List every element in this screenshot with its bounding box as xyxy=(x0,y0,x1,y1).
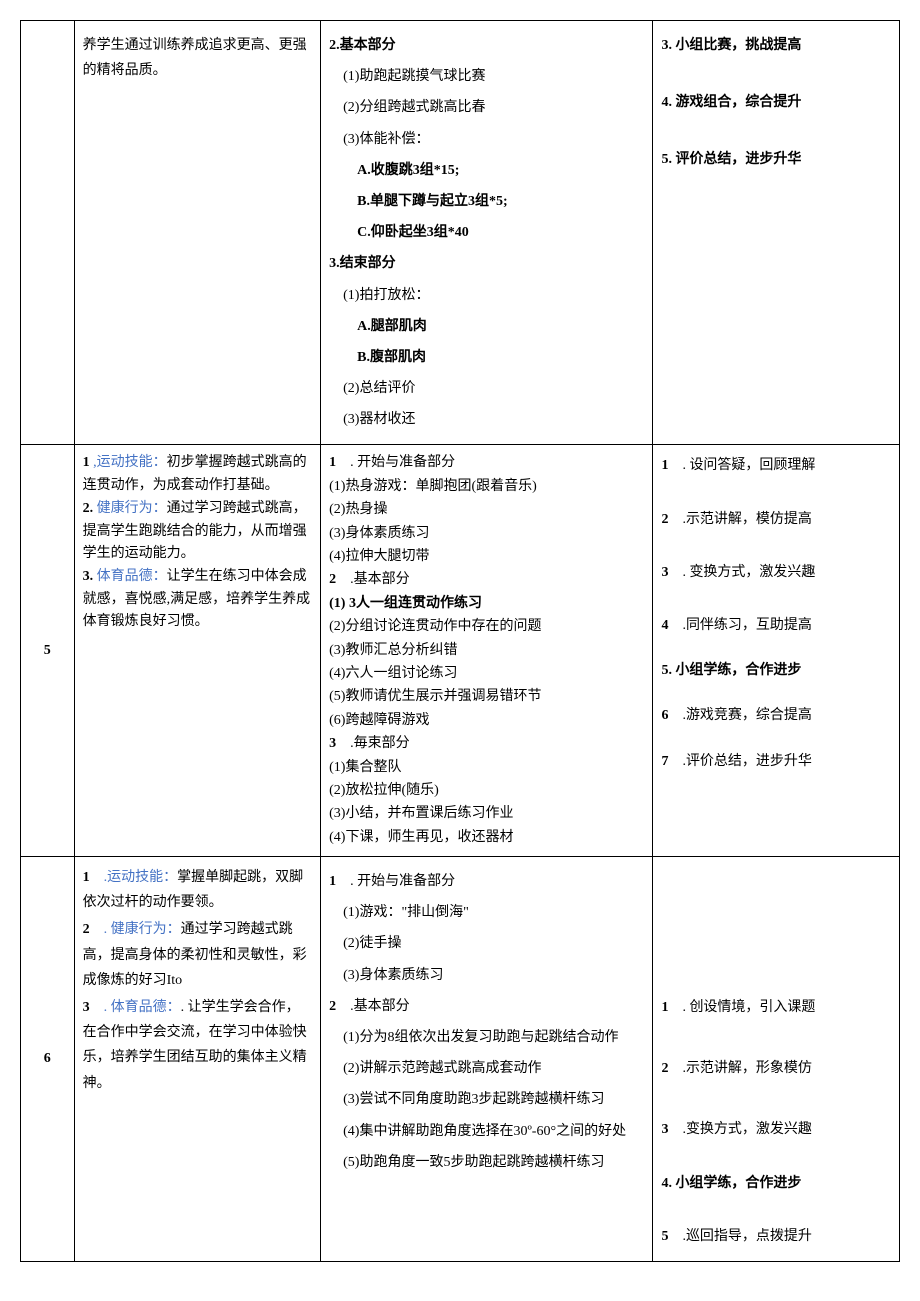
content-item: (2)分组讨论连贯动作中存在的问题 xyxy=(329,616,644,638)
content-item: (5)教师请优生展示并强调易错环节 xyxy=(329,686,644,708)
goal-item: 2 . 健康行为：通过学习跨越式跳高，提高身体的柔初性和灵敏性，彩成像炼的好习I… xyxy=(83,917,313,993)
row-number: 5 xyxy=(21,445,75,857)
content-subitem: A.收腹跳3组*15; xyxy=(329,158,644,183)
strategy-cell: 1 . 创设情境，引入课题 2 .示范讲解，形象模仿 3 .变换方式，激发兴趣 … xyxy=(653,857,900,1262)
content-item: (4)下课，师生再见，收还器材 xyxy=(329,827,644,849)
content-item: (4)拉伸大腿切带 xyxy=(329,546,644,568)
goal-label: ,运动技能： xyxy=(93,455,167,470)
strategy-item: 3. 小组比赛，挑战提高 xyxy=(661,33,891,58)
strategy-cell: 1 . 设问答疑，回顾理解 2 .示范讲解，模仿提高 3 . 变换方式，激发兴趣… xyxy=(653,445,900,857)
content-item: (1)分为8组依次出发复习助跑与起跳结合动作 xyxy=(329,1025,644,1050)
strategy-item: 1 . 创设情境，引入课题 xyxy=(661,995,891,1020)
strategy-item: 7 .评价总结，进步升华 xyxy=(661,749,891,774)
goal-number: 1 xyxy=(83,870,90,885)
content-item: (3)身体素质练习 xyxy=(329,963,644,988)
content-item: (4)集中讲解助跑角度选择在30º-60°之间的好处 xyxy=(329,1119,644,1144)
goals-cell: 1 .运动技能：掌握单脚起跳，双脚依次过杆的动作要领。 2 . 健康行为：通过学… xyxy=(74,857,321,1262)
content-item: (6)跨越障碍游戏 xyxy=(329,710,644,732)
content-item: (2)热身操 xyxy=(329,499,644,521)
section-heading: 2.基本部分 xyxy=(329,33,644,58)
content-cell: 1 . 开始与准备部分 (1)热身游戏：单脚抱团(跟着音乐) (2)热身操 (3… xyxy=(321,445,653,857)
row-number xyxy=(21,21,75,445)
lesson-plan-table: 养学生通过训练养成追求更高、更强的精将品质。 2.基本部分 (1)助跑起跳摸气球… xyxy=(20,20,900,1262)
content-item: (2)放松拉伸(随乐) xyxy=(329,780,644,802)
strategy-item: 4 .同伴练习，互助提高 xyxy=(661,613,891,638)
content-item: (3)教师汇总分析纠错 xyxy=(329,640,644,662)
content-subitem: B.腹部肌肉 xyxy=(329,345,644,370)
strategy-item: 5. 小组学练，合作进步 xyxy=(661,658,891,683)
content-item: (1) 3人一组连贯动作练习 xyxy=(329,593,644,615)
goal-number: 1 xyxy=(83,455,90,470)
content-item: (2)总结评价 xyxy=(329,376,644,401)
section-heading: 1 . 开始与准备部分 xyxy=(329,869,644,894)
strategy-cell: 3. 小组比赛，挑战提高 4. 游戏组合，综合提升 5. 评价总结，进步升华 xyxy=(653,21,900,445)
goal-label: . 健康行为： xyxy=(104,922,181,937)
table-row: 6 1 .运动技能：掌握单脚起跳，双脚依次过杆的动作要领。 2 . 健康行为：通… xyxy=(21,857,900,1262)
section-heading: 2 .基本部分 xyxy=(329,569,644,591)
content-item: (1)助跑起跳摸气球比赛 xyxy=(329,64,644,89)
goals-cell: 1 ,运动技能：初步掌握跨越式跳高的连贯动作，为成套动作打基础。 2. 健康行为… xyxy=(74,445,321,857)
goal-number: 2. xyxy=(83,501,94,516)
strategy-item: 2 .示范讲解，形象模仿 xyxy=(661,1056,891,1081)
content-cell: 1 . 开始与准备部分 (1)游戏："排山倒海" (2)徒手操 (3)身体素质练… xyxy=(321,857,653,1262)
goals-cell: 养学生通过训练养成追求更高、更强的精将品质。 xyxy=(74,21,321,445)
row-number: 6 xyxy=(21,857,75,1262)
content-item: (3)器材收还 xyxy=(329,407,644,432)
strategy-item: 2 .示范讲解，模仿提高 xyxy=(661,507,891,532)
table-row: 养学生通过训练养成追求更高、更强的精将品质。 2.基本部分 (1)助跑起跳摸气球… xyxy=(21,21,900,445)
goal-label: .运动技能： xyxy=(104,870,178,885)
content-item: (4)六人一组讨论练习 xyxy=(329,663,644,685)
goal-label: 健康行为： xyxy=(97,501,167,516)
content-item: (3)体能补偿： xyxy=(329,127,644,152)
content-item: (5)助跑角度一致5步助跑起跳跨越横杆练习 xyxy=(329,1150,644,1175)
goal-number: 3. xyxy=(83,569,94,584)
content-item: (1)游戏："排山倒海" xyxy=(329,900,644,925)
strategy-item: 5. 评价总结，进步升华 xyxy=(661,147,891,172)
goal-item: 1 ,运动技能：初步掌握跨越式跳高的连贯动作，为成套动作打基础。 xyxy=(83,452,313,497)
content-item: (3)身体素质练习 xyxy=(329,523,644,545)
strategy-item: 6 .游戏竞赛，综合提高 xyxy=(661,703,891,728)
strategy-item: 4. 游戏组合，综合提升 xyxy=(661,90,891,115)
strategy-item: 3 . 变换方式，激发兴趣 xyxy=(661,560,891,585)
content-subitem: A.腿部肌肉 xyxy=(329,314,644,339)
content-subitem: B.单腿下蹲与起立3组*5; xyxy=(329,189,644,214)
strategy-item: 5 .巡回指导，点拨提升 xyxy=(661,1224,891,1249)
content-item: (2)讲解示范跨越式跳高成套动作 xyxy=(329,1056,644,1081)
section-heading: 3 .毎束部分 xyxy=(329,733,644,755)
goal-number: 3 xyxy=(83,1000,90,1015)
strategy-item: 4. 小组学练，合作进步 xyxy=(661,1171,891,1196)
table-row: 5 1 ,运动技能：初步掌握跨越式跳高的连贯动作，为成套动作打基础。 2. 健康… xyxy=(21,445,900,857)
content-item: (3)小结，并布置课后练习作业 xyxy=(329,803,644,825)
section-heading: 3.结束部分 xyxy=(329,251,644,276)
goal-item: 3. 体育品德：让学生在练习中体会成就感，喜悦感,满足感，培养学生养成体育锻炼良… xyxy=(83,566,313,633)
strategy-item: 1 . 设问答疑，回顾理解 xyxy=(661,453,891,478)
section-heading: 2 .基本部分 xyxy=(329,994,644,1019)
goal-text: 养学生通过训练养成追求更高、更强的精将品质。 xyxy=(83,33,313,83)
content-item: (3)尝试不同角度助跑3步起跳跨越横杆练习 xyxy=(329,1087,644,1112)
goal-number: 2 xyxy=(83,922,90,937)
content-cell: 2.基本部分 (1)助跑起跳摸气球比赛 (2)分组跨越式跳高比春 (3)体能补偿… xyxy=(321,21,653,445)
content-subitem: C.仰卧起坐3组*40 xyxy=(329,220,644,245)
content-item: (1)集合整队 xyxy=(329,757,644,779)
strategy-item: 3 .变换方式，激发兴趣 xyxy=(661,1117,891,1142)
section-heading: 1 . 开始与准备部分 xyxy=(329,452,644,474)
content-item: (1)拍打放松： xyxy=(329,283,644,308)
goal-item: 2. 健康行为：通过学习跨越式跳高，提高学生跑跳结合的能力，从而增强学生的运动能… xyxy=(83,498,313,565)
content-item: (1)热身游戏：单脚抱团(跟着音乐) xyxy=(329,476,644,498)
goal-label: . 体育品德： xyxy=(104,1000,181,1015)
goal-item: 1 .运动技能：掌握单脚起跳，双脚依次过杆的动作要领。 xyxy=(83,865,313,915)
content-item: (2)徒手操 xyxy=(329,931,644,956)
content-item: (2)分组跨越式跳高比春 xyxy=(329,95,644,120)
goal-label: 体育品德： xyxy=(97,569,167,584)
goal-item: 3 . 体育品德：. 让学生学会合作，在合作中学会交流，在学习中体验快乐，培养学… xyxy=(83,995,313,1096)
